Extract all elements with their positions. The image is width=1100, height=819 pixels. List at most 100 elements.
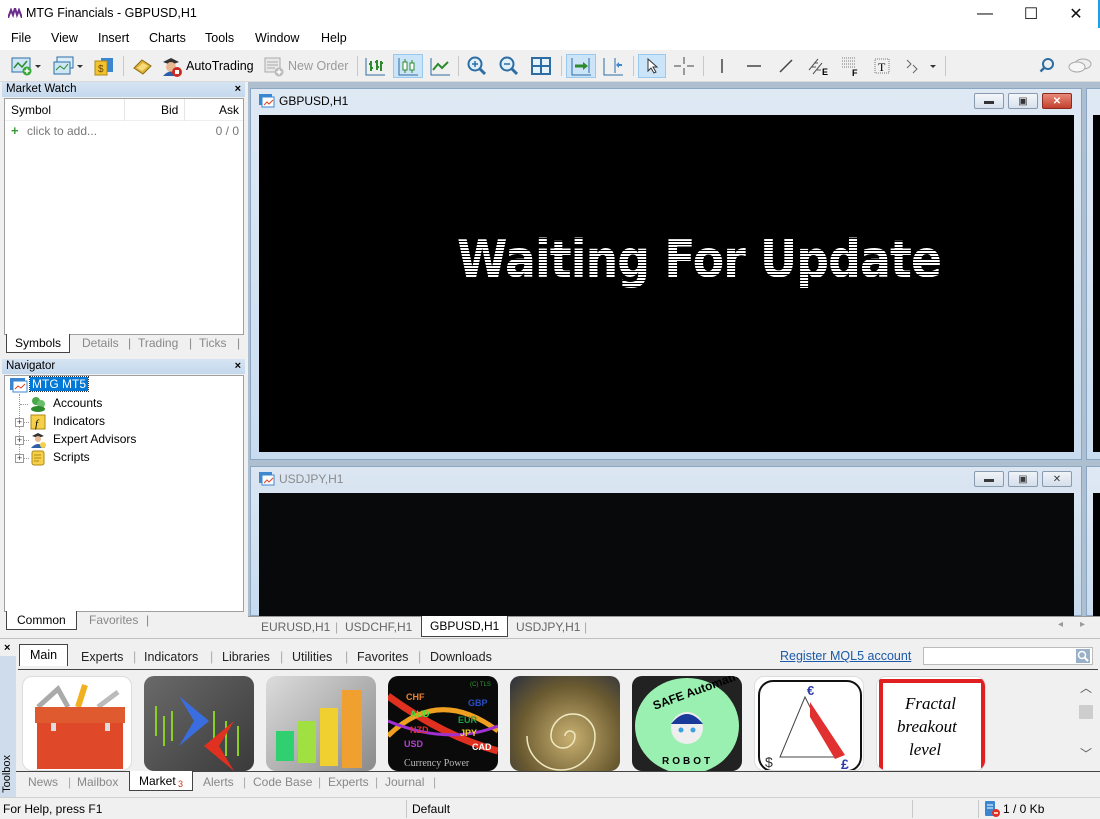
market-tab-indicators[interactable]: Indicators [144, 650, 198, 664]
cursor-button[interactable] [638, 54, 666, 78]
market-tab-main[interactable]: Main [19, 644, 69, 666]
vertical-line-button[interactable] [710, 54, 734, 78]
minimize-button[interactable]: — [962, 0, 1008, 28]
profiles-button[interactable] [50, 54, 86, 78]
tab-symbols[interactable]: Symbols [6, 334, 71, 353]
scroll-down-icon[interactable]: ﹀ [1080, 745, 1092, 762]
chart-tab-eurusd[interactable]: EURUSD,H1 [261, 620, 330, 634]
close-button[interactable]: ✕ [1053, 0, 1099, 28]
column-symbol[interactable]: Symbol [11, 103, 51, 117]
strategy-tester-button[interactable]: $ [92, 54, 116, 78]
column-ask[interactable]: Ask [219, 103, 239, 117]
toolbox-tab-market[interactable]: Market 3 [129, 771, 193, 791]
market-tab-favorites[interactable]: Favorites [357, 650, 408, 664]
trendline-button[interactable] [774, 54, 798, 78]
tab-details[interactable]: Details [82, 336, 119, 350]
tree-item-indicators[interactable]: + f Indicators [5, 413, 243, 431]
scroll-thumb[interactable] [1079, 705, 1093, 719]
product-nautilus[interactable] [510, 676, 620, 771]
metaeditor-button[interactable] [130, 54, 154, 78]
product-fractal-breakout[interactable]: Fractal breakout level [876, 676, 986, 771]
new-chart-button[interactable] [8, 54, 44, 78]
column-bid[interactable]: Bid [161, 103, 178, 117]
chart-close-button[interactable]: ✕ [1042, 93, 1072, 109]
chat-button[interactable] [1066, 54, 1094, 78]
tree-item-accounts[interactable]: Accounts [5, 395, 243, 413]
chart-restore-button[interactable]: ▣ [1008, 93, 1038, 109]
menu-file[interactable]: File [11, 31, 31, 45]
menu-window[interactable]: Window [255, 31, 299, 45]
text-tool-button[interactable]: T [870, 54, 894, 78]
fibonacci-icon: F [842, 57, 858, 77]
product-currency-power[interactable]: CHF AUD NZD USD GBP EUR JPY CAD (C) TLS … [388, 676, 498, 771]
product-triangle-arbitrage[interactable]: € $ £ [754, 676, 864, 771]
tabs-scroll-right-button[interactable]: ▸ [1080, 619, 1085, 630]
candlestick-button[interactable] [393, 54, 423, 78]
zoom-in-button[interactable] [464, 54, 490, 78]
autoscroll-button[interactable] [566, 54, 596, 78]
tab-ticks[interactable]: Ticks [199, 336, 227, 350]
product-arrows[interactable] [144, 676, 254, 771]
maximize-button[interactable]: ☐ [1008, 0, 1054, 28]
menu-charts[interactable]: Charts [149, 31, 186, 45]
tab-trading[interactable]: Trading [138, 336, 178, 350]
chart-minimize-button[interactable]: ▬ [974, 93, 1004, 109]
chart-restore-button[interactable]: ▣ [1008, 471, 1038, 487]
toolbox-tab-mailbox[interactable]: Mailbox [77, 775, 118, 789]
tab-common[interactable]: Common [6, 611, 77, 630]
toolbox-close-button[interactable]: × [4, 641, 10, 656]
scroll-up-icon[interactable]: ︿ [1080, 679, 1092, 696]
navigator-close-button[interactable]: × [235, 359, 241, 374]
market-tab-utilities[interactable]: Utilities [292, 650, 332, 664]
toolbox-tab-experts[interactable]: Experts [328, 775, 369, 789]
menu-view[interactable]: View [51, 31, 78, 45]
products-scrollbar[interactable]: ︿ ﹀ [1078, 679, 1094, 771]
search-icon[interactable] [1076, 649, 1090, 663]
menu-help[interactable]: Help [321, 31, 347, 45]
tab-favorites[interactable]: Favorites [89, 613, 138, 627]
market-tab-libraries[interactable]: Libraries [222, 650, 270, 664]
expand-icon[interactable]: + [15, 454, 24, 463]
line-chart-button[interactable] [427, 54, 453, 78]
tree-item-scripts[interactable]: + Scripts [5, 449, 243, 467]
toolbox-tab-code-base[interactable]: Code Base [253, 775, 312, 789]
menu-insert[interactable]: Insert [98, 31, 129, 45]
market-tab-experts[interactable]: Experts [81, 650, 123, 664]
product-safe-robot[interactable]: SAFE Automatic ROBOT [632, 676, 742, 771]
toolbox-tab-alerts[interactable]: Alerts [203, 775, 234, 789]
chart-canvas-usdjpy[interactable] [259, 493, 1074, 617]
arrows-button[interactable] [900, 54, 940, 78]
market-tab-downloads[interactable]: Downloads [430, 650, 492, 664]
tree-item-expert-advisors[interactable]: + Expert Advisors [5, 431, 243, 449]
toolbox-tab-journal[interactable]: Journal [385, 775, 424, 789]
chart-shift-button[interactable] [600, 54, 626, 78]
chart-tab-gbpusd[interactable]: GBPUSD,H1 [421, 616, 509, 637]
tile-windows-button[interactable] [528, 54, 554, 78]
market-search-input[interactable] [923, 647, 1093, 665]
new-order-button[interactable]: New Order [262, 54, 352, 78]
expand-icon[interactable]: + [15, 436, 24, 445]
menu-tools[interactable]: Tools [205, 31, 234, 45]
tabs-scroll-left-button[interactable]: ◂ [1058, 619, 1063, 630]
chart-tab-usdjpy[interactable]: USDJPY,H1 [516, 620, 580, 634]
product-bar-growth[interactable] [266, 676, 376, 771]
zoom-out-button[interactable] [496, 54, 522, 78]
equidistant-channel-button[interactable]: E [805, 54, 831, 78]
chart-close-button[interactable]: ✕ [1042, 471, 1072, 487]
fibonacci-button[interactable]: F [838, 54, 864, 78]
chart-minimize-button[interactable]: ▬ [974, 471, 1004, 487]
toolbox-tab-news[interactable]: News [28, 775, 58, 789]
register-mql5-link[interactable]: Register MQL5 account [780, 649, 911, 663]
autotrading-button[interactable]: AutoTrading [160, 54, 256, 78]
expand-icon[interactable]: + [15, 418, 24, 427]
bar-chart-button[interactable] [362, 54, 388, 78]
add-symbol-row[interactable]: + click to add... 0 / 0 [5, 123, 243, 141]
market-watch-close-button[interactable]: × [235, 82, 241, 97]
chart-tab-usdchf[interactable]: USDCHF,H1 [345, 620, 412, 634]
horizontal-line-button[interactable] [742, 54, 766, 78]
product-toolbox[interactable] [22, 676, 132, 771]
tree-root-mtg-mt5[interactable]: MTG MT5 [29, 376, 89, 392]
chart-canvas-gbpusd[interactable]: Waiting For Update [259, 115, 1074, 452]
search-button[interactable] [1035, 54, 1059, 78]
crosshair-button[interactable] [670, 54, 698, 78]
